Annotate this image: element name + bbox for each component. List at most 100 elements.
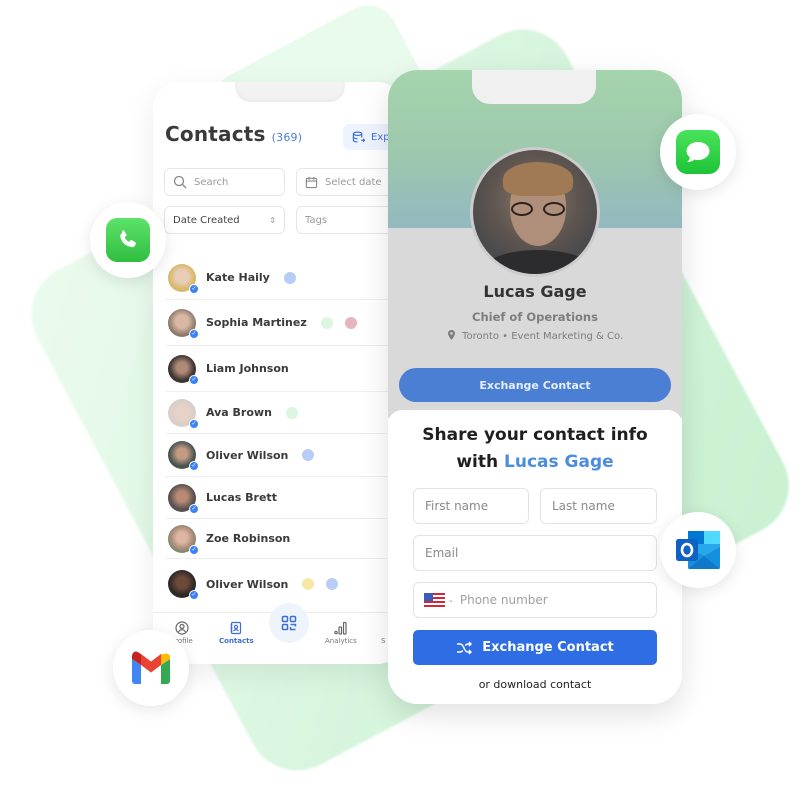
gmail-icon bbox=[132, 651, 170, 684]
list-item[interactable]: ✓ Ava Brown bbox=[165, 392, 403, 434]
avatar: ✓ bbox=[168, 441, 199, 471]
exchange-contact-button[interactable]: Exchange Contact bbox=[413, 630, 657, 665]
contacts-phone: Contacts (369) Exp Search Select date Da… bbox=[153, 82, 403, 664]
list-item[interactable]: ✓ Liam Johnson bbox=[165, 346, 403, 392]
marketing-stage: Contacts (369) Exp Search Select date Da… bbox=[0, 0, 810, 810]
avatar: ✓ bbox=[168, 398, 199, 429]
phone-notch bbox=[235, 82, 345, 102]
download-contact-link[interactable]: or download contact bbox=[388, 678, 682, 691]
tags-input[interactable]: Tags bbox=[296, 206, 403, 234]
avatar: ✓ bbox=[168, 354, 199, 385]
contacts-count: (369) bbox=[271, 131, 303, 144]
verified-icon: ✓ bbox=[189, 374, 199, 385]
qr-code-button[interactable] bbox=[269, 603, 309, 643]
tag-dot bbox=[283, 271, 296, 284]
export-label: Exp bbox=[371, 131, 390, 143]
list-item[interactable]: ✓ Oliver Wilson bbox=[165, 559, 403, 609]
sort-value: Date Created bbox=[173, 214, 240, 226]
tag-dot bbox=[285, 406, 298, 419]
nav-label: Analytics bbox=[325, 637, 357, 645]
list-item[interactable]: ✓ Kate Haily bbox=[165, 256, 403, 300]
share-title: Share your contact info with Lucas Gage bbox=[422, 425, 648, 472]
share-target-name: Lucas Gage bbox=[504, 452, 614, 472]
list-item[interactable]: ✓ Zoe Robinson bbox=[165, 519, 403, 559]
analytics-icon bbox=[334, 621, 347, 635]
phone-icon bbox=[106, 218, 150, 262]
profile-role: Chief of Operations bbox=[472, 310, 598, 324]
contacts-title: Contacts bbox=[165, 122, 266, 146]
tag-dot bbox=[326, 578, 339, 590]
sort-select[interactable]: Date Created ⇕ bbox=[164, 206, 285, 234]
contact-name: Lucas Brett bbox=[206, 491, 277, 504]
date-picker[interactable]: Select date bbox=[296, 168, 403, 196]
profile-location: Toronto • Event Marketing & Co. bbox=[388, 330, 682, 342]
country-selector[interactable]: ⌄ bbox=[424, 593, 454, 607]
shuffle-icon bbox=[457, 640, 473, 655]
verified-icon: ✓ bbox=[189, 328, 199, 339]
list-item[interactable]: ✓ Sophia Martinez bbox=[165, 300, 403, 346]
avatar: ✓ bbox=[168, 483, 199, 514]
contact-name: Kate Haily bbox=[206, 271, 270, 284]
avatar: ✓ bbox=[168, 263, 199, 294]
verified-icon: ✓ bbox=[189, 461, 199, 471]
tags-placeholder: Tags bbox=[305, 214, 328, 226]
verified-icon: ✓ bbox=[189, 544, 199, 555]
us-flag-icon bbox=[424, 593, 445, 607]
contact-name: Zoe Robinson bbox=[206, 532, 291, 545]
tag-dot bbox=[344, 316, 357, 329]
nav-label: Contacts bbox=[219, 637, 254, 645]
first-name-input[interactable]: First name bbox=[413, 488, 529, 524]
profile-phone: Lucas Gage Chief of Operations Toronto •… bbox=[388, 70, 682, 704]
outlook-icon bbox=[676, 531, 720, 569]
list-item[interactable]: ✓ Lucas Brett bbox=[165, 477, 403, 519]
contact-name: Ava Brown bbox=[206, 406, 272, 419]
messages-icon bbox=[676, 130, 720, 174]
database-export-icon bbox=[352, 131, 365, 143]
location-text: Toronto • Event Marketing & Co. bbox=[462, 331, 624, 342]
phone-notch bbox=[472, 70, 596, 104]
contact-list: ✓ Kate Haily ✓ Sophia Martinez ✓ Liam Jo… bbox=[165, 256, 403, 609]
nav-contacts[interactable]: Contacts bbox=[219, 621, 254, 645]
avatar: ✓ bbox=[168, 308, 199, 339]
date-placeholder: Select date bbox=[325, 176, 382, 188]
tag-dot bbox=[302, 578, 315, 590]
profile-icon bbox=[175, 621, 189, 635]
list-item[interactable]: ✓ Oliver Wilson bbox=[165, 434, 403, 477]
verified-icon: ✓ bbox=[189, 503, 199, 514]
location-pin-icon bbox=[447, 330, 455, 340]
search-input[interactable]: Search bbox=[164, 168, 285, 196]
exchange-contact-pill-button[interactable]: Exchange Contact bbox=[399, 368, 671, 402]
page-title: Contacts (369) bbox=[165, 122, 302, 146]
calendar-icon bbox=[305, 176, 318, 188]
contact-name: Oliver Wilson bbox=[206, 448, 289, 462]
email-input[interactable]: Email bbox=[413, 535, 657, 571]
search-icon bbox=[173, 175, 187, 189]
qr-code-icon bbox=[281, 615, 297, 631]
search-placeholder: Search bbox=[194, 176, 229, 188]
avatar: ✓ bbox=[168, 524, 199, 555]
gmail-app-badge bbox=[113, 630, 189, 706]
profile-photo bbox=[470, 147, 600, 277]
nav-analytics[interactable]: Analytics bbox=[325, 621, 357, 645]
contact-name: Oliver Wilson bbox=[206, 577, 289, 591]
contact-name: Sophia Martinez bbox=[206, 316, 307, 329]
profile-name: Lucas Gage bbox=[483, 282, 587, 301]
phone-input[interactable]: ⌄ Phone number bbox=[413, 582, 657, 618]
outlook-app-badge bbox=[660, 512, 736, 588]
avatar: ✓ bbox=[168, 570, 199, 600]
contacts-book-icon bbox=[230, 621, 242, 635]
select-arrows-icon: ⇕ bbox=[269, 215, 276, 225]
share-contact-sheet: Share your contact info with Lucas Gage … bbox=[388, 410, 682, 704]
verified-icon: ✓ bbox=[189, 418, 199, 429]
contact-name: Liam Johnson bbox=[206, 362, 289, 375]
last-name-input[interactable]: Last name bbox=[540, 488, 657, 524]
messages-app-badge bbox=[660, 114, 736, 190]
verified-icon: ✓ bbox=[189, 283, 199, 294]
verified-icon: ✓ bbox=[189, 590, 199, 600]
tag-dot bbox=[320, 316, 333, 329]
phone-app-badge bbox=[90, 202, 166, 278]
nav-settings[interactable]: S bbox=[381, 637, 385, 645]
chevron-down-icon: ⌄ bbox=[448, 596, 454, 604]
bottom-nav: Profile Contacts Analytics S bbox=[153, 603, 403, 664]
nav-label: S bbox=[381, 637, 386, 645]
